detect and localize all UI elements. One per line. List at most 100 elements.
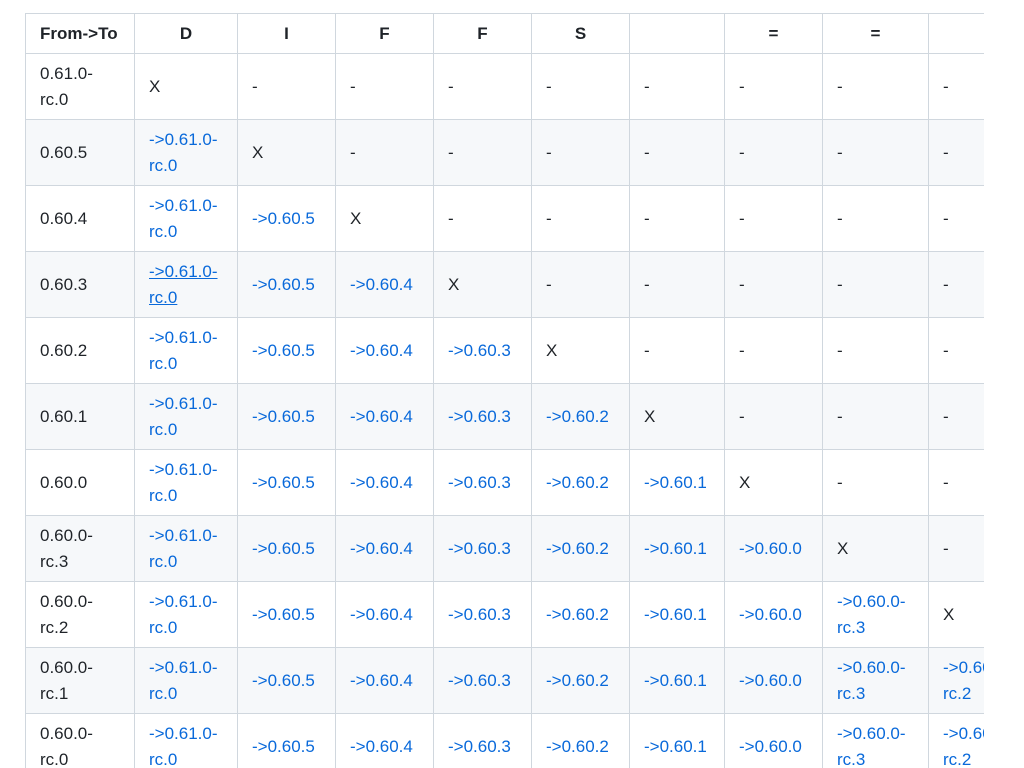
- upgrade-link-cell: ->0.60.4: [335, 581, 434, 648]
- upgrade-link-cell: ->0.60.3: [433, 581, 532, 648]
- upgrade-link-cell: ->0.60.2: [531, 713, 630, 768]
- not-applicable-cell: -: [928, 383, 984, 450]
- upgrade-link[interactable]: ->0.61.0-rc.0: [149, 262, 218, 307]
- upgrade-link-cell: ->0.60.0-rc.2: [928, 647, 984, 714]
- not-applicable-cell: -: [724, 185, 823, 252]
- not-applicable-cell: -: [724, 251, 823, 318]
- column-header: F: [335, 13, 434, 54]
- upgrade-link[interactable]: ->0.60.4: [350, 407, 413, 426]
- from-version-cell: 0.60.0-rc.2: [25, 581, 135, 648]
- upgrade-link[interactable]: ->0.60.0-rc.2: [943, 658, 984, 703]
- not-applicable-cell: -: [822, 449, 929, 516]
- not-applicable-cell: -: [629, 53, 725, 120]
- table-body: 0.61.0-rc.0 X - - - - - - - -0.60.5 ->0.61.0-rc.0 X…: [25, 53, 984, 768]
- table-row: 0.60.0-rc.1 ->0.61.0-rc.0 ->0.60.5 ->0.60.4…: [25, 647, 984, 714]
- upgrade-link[interactable]: ->0.61.0-rc.0: [149, 328, 218, 373]
- upgrade-link[interactable]: ->0.60.5: [252, 407, 315, 426]
- upgrade-link[interactable]: ->0.60.3: [448, 407, 511, 426]
- upgrade-link-cell: ->0.60.3: [433, 383, 532, 450]
- upgrade-link-cell: ->0.60.1: [629, 515, 725, 582]
- upgrade-link[interactable]: ->0.60.1: [644, 671, 707, 690]
- upgrade-link[interactable]: ->0.60.4: [350, 539, 413, 558]
- not-applicable-cell: -: [724, 53, 823, 120]
- upgrade-link[interactable]: ->0.60.4: [350, 671, 413, 690]
- upgrade-link[interactable]: ->0.60.2: [546, 473, 609, 492]
- upgrade-link[interactable]: ->0.60.0-rc.3: [837, 724, 906, 768]
- not-applicable-cell: -: [822, 383, 929, 450]
- same-version-mark: X: [433, 251, 532, 318]
- upgrade-link[interactable]: ->0.60.3: [448, 539, 511, 558]
- upgrade-link[interactable]: ->0.61.0-rc.0: [149, 592, 218, 637]
- upgrade-link[interactable]: ->0.60.5: [252, 671, 315, 690]
- same-version-mark: X: [335, 185, 434, 252]
- not-applicable-cell: -: [531, 53, 630, 120]
- upgrade-link[interactable]: ->0.61.0-rc.0: [149, 526, 218, 571]
- upgrade-link-cell: ->0.61.0-rc.0: [134, 119, 238, 186]
- upgrade-link[interactable]: ->0.60.0: [739, 539, 802, 558]
- upgrade-link[interactable]: ->0.61.0-rc.0: [149, 724, 218, 768]
- upgrade-link[interactable]: ->0.61.0-rc.0: [149, 196, 218, 241]
- upgrade-link[interactable]: ->0.60.1: [644, 737, 707, 756]
- upgrade-link[interactable]: ->0.60.4: [350, 341, 413, 360]
- upgrade-link[interactable]: ->0.60.0-rc.2: [943, 724, 984, 768]
- upgrade-link[interactable]: ->0.60.2: [546, 671, 609, 690]
- upgrade-link[interactable]: ->0.60.5: [252, 275, 315, 294]
- upgrade-link[interactable]: ->0.60.1: [644, 605, 707, 624]
- upgrade-link[interactable]: ->0.60.4: [350, 275, 413, 294]
- upgrade-link-cell: ->0.60.4: [335, 713, 434, 768]
- upgrade-link[interactable]: ->0.60.5: [252, 341, 315, 360]
- upgrade-link[interactable]: ->0.60.3: [448, 605, 511, 624]
- upgrade-link-cell: ->0.60.5: [237, 185, 336, 252]
- not-applicable-cell: -: [928, 185, 984, 252]
- upgrade-link-cell: ->0.60.4: [335, 251, 434, 318]
- upgrade-link-cell: ->0.60.0: [724, 581, 823, 648]
- upgrade-link[interactable]: ->0.60.5: [252, 473, 315, 492]
- table-viewport: From->To D I F F S = = 0.61.0-rc.0 X - - - - - - - -0.60…: [0, 0, 984, 768]
- upgrade-link-cell: ->0.60.2: [531, 515, 630, 582]
- table-row: 0.60.1 ->0.61.0-rc.0 ->0.60.5 ->0.60.4 ->0.6…: [25, 383, 984, 450]
- not-applicable-cell: -: [629, 185, 725, 252]
- upgrade-link-cell: ->0.60.5: [237, 383, 336, 450]
- not-applicable-cell: -: [928, 515, 984, 582]
- upgrade-link[interactable]: ->0.60.5: [252, 737, 315, 756]
- upgrade-link[interactable]: ->0.61.0-rc.0: [149, 460, 218, 505]
- table-row: 0.60.0-rc.0 ->0.61.0-rc.0 ->0.60.5 ->0.60.4…: [25, 713, 984, 768]
- upgrade-link[interactable]: ->0.60.2: [546, 539, 609, 558]
- upgrade-link[interactable]: ->0.60.5: [252, 605, 315, 624]
- upgrade-link[interactable]: ->0.60.3: [448, 671, 511, 690]
- same-version-mark: X: [928, 581, 984, 648]
- upgrade-link[interactable]: ->0.60.0-rc.3: [837, 592, 906, 637]
- upgrade-link[interactable]: ->0.60.4: [350, 473, 413, 492]
- upgrade-link[interactable]: ->0.60.5: [252, 539, 315, 558]
- upgrade-link-cell: ->0.60.5: [237, 317, 336, 384]
- upgrade-link[interactable]: ->0.60.2: [546, 407, 609, 426]
- not-applicable-cell: -: [629, 317, 725, 384]
- column-header: =: [724, 13, 823, 54]
- upgrade-link[interactable]: ->0.61.0-rc.0: [149, 130, 218, 175]
- upgrade-link[interactable]: ->0.60.0: [739, 671, 802, 690]
- same-version-mark: X: [724, 449, 823, 516]
- upgrade-link[interactable]: ->0.60.2: [546, 605, 609, 624]
- column-header: I: [237, 13, 336, 54]
- upgrade-link[interactable]: ->0.60.3: [448, 737, 511, 756]
- upgrade-link-cell: ->0.60.5: [237, 515, 336, 582]
- header-row: From->To D I F F S = =: [25, 13, 984, 54]
- upgrade-link-cell: ->0.61.0-rc.0: [134, 713, 238, 768]
- from-version-cell: 0.60.0-rc.3: [25, 515, 135, 582]
- upgrade-link[interactable]: ->0.60.5: [252, 209, 315, 228]
- upgrade-link[interactable]: ->0.60.2: [546, 737, 609, 756]
- upgrade-link[interactable]: ->0.60.1: [644, 473, 707, 492]
- column-header: D: [134, 13, 238, 54]
- column-header: [928, 13, 984, 54]
- upgrade-link[interactable]: ->0.60.0: [739, 605, 802, 624]
- upgrade-link[interactable]: ->0.61.0-rc.0: [149, 658, 218, 703]
- upgrade-link[interactable]: ->0.60.0-rc.3: [837, 658, 906, 703]
- upgrade-link[interactable]: ->0.60.4: [350, 605, 413, 624]
- not-applicable-cell: -: [433, 185, 532, 252]
- upgrade-link[interactable]: ->0.60.3: [448, 341, 511, 360]
- upgrade-link[interactable]: ->0.60.4: [350, 737, 413, 756]
- upgrade-link[interactable]: ->0.60.3: [448, 473, 511, 492]
- upgrade-link[interactable]: ->0.60.0: [739, 737, 802, 756]
- upgrade-link[interactable]: ->0.61.0-rc.0: [149, 394, 218, 439]
- upgrade-link[interactable]: ->0.60.1: [644, 539, 707, 558]
